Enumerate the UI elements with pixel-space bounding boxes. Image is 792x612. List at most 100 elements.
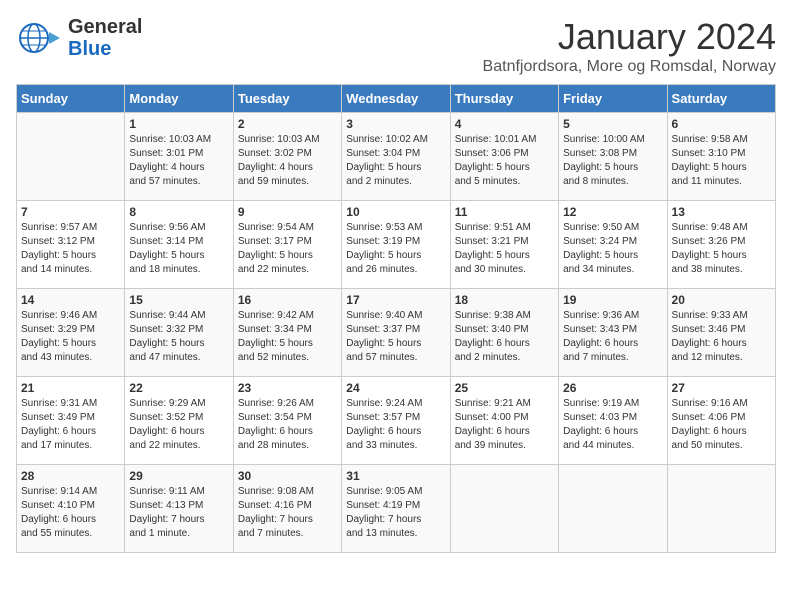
day-info: Sunrise: 9:56 AMSunset: 3:14 PMDaylight:…	[129, 221, 228, 277]
day-number: 14	[21, 293, 120, 307]
calendar-cell: 6Sunrise: 9:58 AMSunset: 3:10 PMDaylight…	[667, 113, 775, 201]
calendar-cell: 19 Sunrise: 9:36 AMSunset: 3:43 PMDayligh…	[559, 289, 667, 377]
day-info: Sunrise: 9:38 AMSunset: 3:40 PMDaylight:…	[455, 309, 554, 365]
day-number: 12	[563, 205, 662, 219]
calendar-cell	[17, 113, 125, 201]
day-info: Sunrise: 9:50 AMSunset: 3:24 PMDaylight:…	[563, 221, 662, 277]
day-info: Sunrise: 10:00 AMSunset: 3:08 PMDaylight…	[563, 133, 662, 189]
month-title: January 2024	[483, 16, 776, 58]
logo: General Blue	[16, 16, 142, 60]
title-block: January 2024 Batnfjordsora, More og Roms…	[483, 16, 776, 76]
day-number: 29	[129, 469, 228, 483]
calendar-cell: 21 Sunrise: 9:31 AMSunset: 3:49 PMDayligh…	[17, 377, 125, 465]
day-number: 10	[346, 205, 445, 219]
header-row: SundayMondayTuesdayWednesdayThursdayFrid…	[17, 85, 776, 113]
header-saturday: Saturday	[667, 85, 775, 113]
day-info: Sunrise: 9:19 AMSunset: 4:03 PMDaylight:…	[563, 397, 662, 453]
calendar-cell	[667, 465, 775, 553]
header-thursday: Thursday	[450, 85, 558, 113]
calendar-cell: 5 Sunrise: 10:00 AMSunset: 3:08 PMDayligh…	[559, 113, 667, 201]
header-friday: Friday	[559, 85, 667, 113]
day-info: Sunrise: 9:11 AMSunset: 4:13 PMDaylight:…	[129, 485, 228, 541]
header-wednesday: Wednesday	[342, 85, 450, 113]
day-info: Sunrise: 9:36 AMSunset: 3:43 PMDaylight:…	[563, 309, 662, 365]
calendar-table: SundayMondayTuesdayWednesdayThursdayFrid…	[16, 84, 776, 553]
day-info: Sunrise: 9:33 AMSunset: 3:46 PMDaylight:…	[672, 309, 771, 365]
logo-blue: Blue	[68, 38, 142, 60]
calendar-cell: 11Sunrise: 9:51 AMSunset: 3:21 PMDayligh…	[450, 201, 558, 289]
logo-general: General	[68, 16, 142, 38]
calendar-cell: 30 Sunrise: 9:08 AMSunset: 4:16 PMDayligh…	[233, 465, 341, 553]
location-subtitle: Batnfjordsora, More og Romsdal, Norway	[483, 58, 776, 76]
calendar-cell: 16 Sunrise: 9:42 AMSunset: 3:34 PMDayligh…	[233, 289, 341, 377]
calendar-cell: 24 Sunrise: 9:24 AMSunset: 3:57 PMDayligh…	[342, 377, 450, 465]
day-number: 30	[238, 469, 337, 483]
day-info: Sunrise: 9:48 AMSunset: 3:26 PMDaylight:…	[672, 221, 771, 277]
calendar-cell: 3 Sunrise: 10:02 AMSunset: 3:04 PMDayligh…	[342, 113, 450, 201]
calendar-cell: 4Sunrise: 10:01 AMSunset: 3:06 PMDayligh…	[450, 113, 558, 201]
day-info: Sunrise: 9:16 AMSunset: 4:06 PMDaylight:…	[672, 397, 771, 453]
page-header: General Blue January 2024 Batnfjordsora,…	[16, 16, 776, 76]
day-info: Sunrise: 9:54 AMSunset: 3:17 PMDaylight:…	[238, 221, 337, 277]
calendar-cell: 31Sunrise: 9:05 AMSunset: 4:19 PMDayligh…	[342, 465, 450, 553]
calendar-cell: 13 Sunrise: 9:48 AMSunset: 3:26 PMDayligh…	[667, 201, 775, 289]
calendar-cell: 25Sunrise: 9:21 AMSunset: 4:00 PMDayligh…	[450, 377, 558, 465]
day-number: 19	[563, 293, 662, 307]
calendar-cell: 8Sunrise: 9:56 AMSunset: 3:14 PMDaylight…	[125, 201, 233, 289]
calendar-cell: 2Sunrise: 10:03 AMSunset: 3:02 PMDayligh…	[233, 113, 341, 201]
calendar-cell: 15 Sunrise: 9:44 AMSunset: 3:32 PMDayligh…	[125, 289, 233, 377]
day-number: 26	[563, 381, 662, 395]
day-info: Sunrise: 10:01 AMSunset: 3:06 PMDaylight…	[455, 133, 554, 189]
day-number: 20	[672, 293, 771, 307]
day-info: Sunrise: 9:31 AMSunset: 3:49 PMDaylight:…	[21, 397, 120, 453]
day-number: 21	[21, 381, 120, 395]
day-info: Sunrise: 9:51 AMSunset: 3:21 PMDaylight:…	[455, 221, 554, 277]
day-info: Sunrise: 9:08 AMSunset: 4:16 PMDaylight:…	[238, 485, 337, 541]
calendar-cell	[450, 465, 558, 553]
day-info: Sunrise: 9:05 AMSunset: 4:19 PMDaylight:…	[346, 485, 445, 541]
header-tuesday: Tuesday	[233, 85, 341, 113]
day-info: Sunrise: 10:02 AMSunset: 3:04 PMDaylight…	[346, 133, 445, 189]
calendar-cell: 20 Sunrise: 9:33 AMSunset: 3:46 PMDayligh…	[667, 289, 775, 377]
calendar-body: 1Sunrise: 10:03 AMSunset: 3:01 PMDayligh…	[17, 113, 776, 553]
day-number: 17	[346, 293, 445, 307]
day-number: 22	[129, 381, 228, 395]
calendar-cell: 10 Sunrise: 9:53 AMSunset: 3:19 PMDayligh…	[342, 201, 450, 289]
day-number: 18	[455, 293, 554, 307]
day-info: Sunrise: 9:29 AMSunset: 3:52 PMDaylight:…	[129, 397, 228, 453]
day-number: 23	[238, 381, 337, 395]
day-number: 15	[129, 293, 228, 307]
day-info: Sunrise: 9:57 AMSunset: 3:12 PMDaylight:…	[21, 221, 120, 277]
calendar-cell: 9Sunrise: 9:54 AMSunset: 3:17 PMDaylight…	[233, 201, 341, 289]
day-number: 2	[238, 117, 337, 131]
day-info: Sunrise: 10:03 AMSunset: 3:01 PMDaylight…	[129, 133, 228, 189]
day-number: 7	[21, 205, 120, 219]
day-info: Sunrise: 9:24 AMSunset: 3:57 PMDaylight:…	[346, 397, 445, 453]
day-number: 6	[672, 117, 771, 131]
calendar-cell	[559, 465, 667, 553]
header-monday: Monday	[125, 85, 233, 113]
week-row-4: 21 Sunrise: 9:31 AMSunset: 3:49 PMDayligh…	[17, 377, 776, 465]
calendar-cell: 17Sunrise: 9:40 AMSunset: 3:37 PMDayligh…	[342, 289, 450, 377]
day-info: Sunrise: 9:53 AMSunset: 3:19 PMDaylight:…	[346, 221, 445, 277]
day-number: 3	[346, 117, 445, 131]
calendar-cell: 29 Sunrise: 9:11 AMSunset: 4:13 PMDayligh…	[125, 465, 233, 553]
day-info: Sunrise: 9:42 AMSunset: 3:34 PMDaylight:…	[238, 309, 337, 365]
calendar-cell: 7 Sunrise: 9:57 AMSunset: 3:12 PMDaylight…	[17, 201, 125, 289]
day-number: 5	[563, 117, 662, 131]
day-number: 25	[455, 381, 554, 395]
calendar-cell: 18 Sunrise: 9:38 AMSunset: 3:40 PMDayligh…	[450, 289, 558, 377]
calendar-cell: 14Sunrise: 9:46 AMSunset: 3:29 PMDayligh…	[17, 289, 125, 377]
header-sunday: Sunday	[17, 85, 125, 113]
day-number: 13	[672, 205, 771, 219]
day-info: Sunrise: 9:26 AMSunset: 3:54 PMDaylight:…	[238, 397, 337, 453]
day-info: Sunrise: 9:44 AMSunset: 3:32 PMDaylight:…	[129, 309, 228, 365]
week-row-1: 1Sunrise: 10:03 AMSunset: 3:01 PMDayligh…	[17, 113, 776, 201]
calendar-cell: 23 Sunrise: 9:26 AMSunset: 3:54 PMDayligh…	[233, 377, 341, 465]
week-row-5: 28Sunrise: 9:14 AMSunset: 4:10 PMDayligh…	[17, 465, 776, 553]
day-number: 16	[238, 293, 337, 307]
calendar-cell: 1Sunrise: 10:03 AMSunset: 3:01 PMDayligh…	[125, 113, 233, 201]
calendar-cell: 27Sunrise: 9:16 AMSunset: 4:06 PMDayligh…	[667, 377, 775, 465]
day-number: 24	[346, 381, 445, 395]
day-info: Sunrise: 9:14 AMSunset: 4:10 PMDaylight:…	[21, 485, 120, 541]
